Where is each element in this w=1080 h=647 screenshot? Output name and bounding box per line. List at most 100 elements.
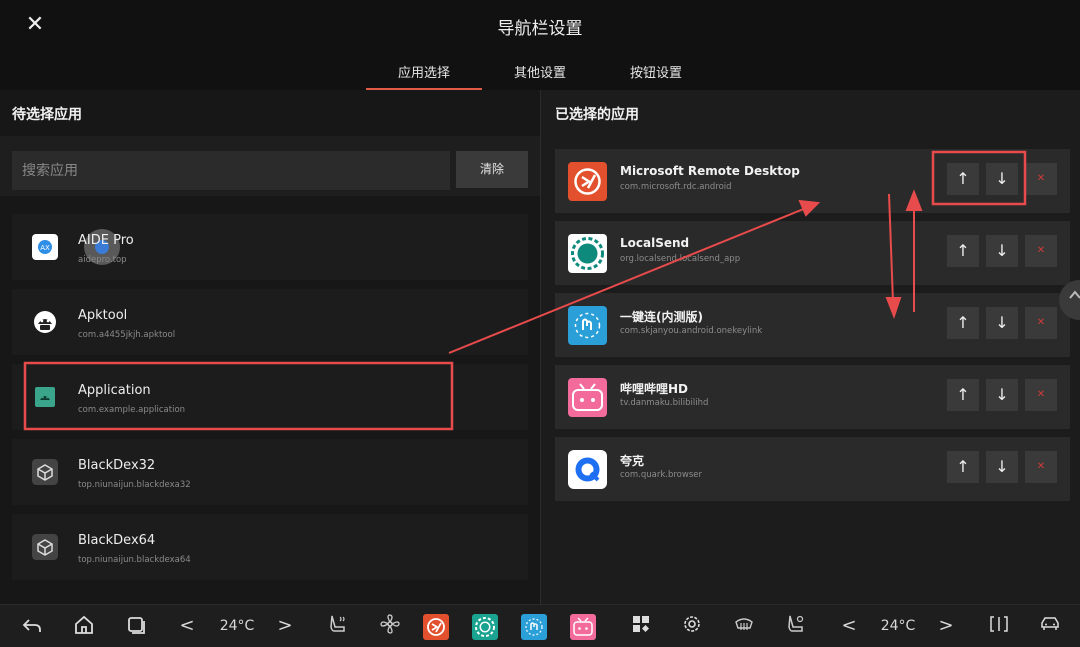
vehicle-button[interactable] xyxy=(1037,613,1063,639)
app-package: org.localsend.localsend_app xyxy=(620,254,741,264)
defrost-button[interactable] xyxy=(731,613,757,639)
app-package: com.a4455jkjh.apktool xyxy=(78,330,176,340)
list-item[interactable]: Apktool com.a4455jkjh.apktool xyxy=(12,289,528,355)
selected-app-list: Microsoft Remote Desktop com.microsoft.r… xyxy=(555,149,1070,509)
split-screen-icon xyxy=(990,616,1008,632)
bilibili-shortcut[interactable] xyxy=(570,614,596,640)
move-up-button[interactable]: ↑ xyxy=(947,235,979,267)
recents-button[interactable] xyxy=(122,613,150,639)
app-package: top.niunaijun.blackdexa64 xyxy=(78,555,191,565)
move-up-button[interactable]: ↑ xyxy=(947,307,979,339)
seat-fan-icon xyxy=(788,615,804,632)
localsend-icon xyxy=(472,614,498,640)
selected-apps-title: 已选择的应用 xyxy=(555,107,639,123)
app-name: Microsoft Remote Desktop xyxy=(620,164,800,178)
bottom-navigation-bar: < 24°C > < 24°C > xyxy=(0,604,1080,647)
app-grid-button[interactable] xyxy=(628,613,654,639)
app-package: com.quark.browser xyxy=(620,470,702,480)
temp-increase-button[interactable]: > xyxy=(274,613,296,639)
list-item: 一键连(内测版) com.skjanyou.android.onekeylink… xyxy=(555,293,1070,357)
app-package: top.niunaijun.blackdexa32 xyxy=(78,480,191,490)
page-title: 导航栏设置 xyxy=(497,19,583,39)
cube-icon xyxy=(32,534,58,560)
home-button[interactable] xyxy=(70,613,98,639)
tab-bar: 应用选择 其他设置 按钮设置 xyxy=(366,56,714,90)
right-temperature: 24°C xyxy=(880,618,916,634)
available-apps-title: 待选择应用 xyxy=(12,107,82,123)
bilibili-icon xyxy=(568,378,607,417)
app-name: 一键连(内测版) xyxy=(620,310,703,324)
available-apps-pane: 待选择应用 清除 AX AIDE Pro aidepro.top Apktool… xyxy=(0,90,540,604)
onekeylink-shortcut[interactable] xyxy=(521,614,547,640)
onekeylink-icon xyxy=(521,614,547,640)
remove-button[interactable]: ✕ xyxy=(1025,307,1057,339)
selected-apps-pane: 已选择的应用 Microsoft Remote Desktop com.micr… xyxy=(541,90,1080,604)
fan-button[interactable] xyxy=(377,613,403,639)
app-name: Application xyxy=(78,383,151,398)
move-down-button[interactable]: ↓ xyxy=(986,163,1018,195)
list-item: 哔哩哔哩HD tv.danmaku.bilibilihd ↑ ↓ ✕ xyxy=(555,365,1070,429)
remove-button[interactable]: ✕ xyxy=(1025,163,1057,195)
move-up-button[interactable]: ↑ xyxy=(947,163,979,195)
split-screen-button[interactable] xyxy=(986,613,1012,639)
app-name: BlackDex32 xyxy=(78,458,156,473)
svg-text:AX: AX xyxy=(40,244,50,252)
gear-icon xyxy=(684,616,700,632)
move-up-button[interactable]: ↑ xyxy=(947,379,979,411)
remote-desktop-icon xyxy=(568,162,607,201)
app-name: Apktool xyxy=(78,308,128,323)
right-temp-increase-button[interactable]: > xyxy=(935,613,957,639)
bilibili-icon xyxy=(570,614,596,640)
remote-desktop-icon xyxy=(423,614,449,640)
app-name: LocalSend xyxy=(620,236,690,250)
left-temperature: 24°C xyxy=(219,618,255,634)
fan-icon xyxy=(380,614,400,634)
tab-other-settings[interactable]: 其他设置 xyxy=(482,56,598,90)
back-icon xyxy=(22,619,41,632)
temp-decrease-button[interactable]: < xyxy=(176,613,198,639)
tab-app-selection[interactable]: 应用选择 xyxy=(366,56,482,90)
move-down-button[interactable]: ↓ xyxy=(986,379,1018,411)
list-item[interactable]: BlackDex32 top.niunaijun.blackdexa32 xyxy=(12,439,528,505)
list-item[interactable]: AX AIDE Pro aidepro.top xyxy=(12,214,528,280)
android-robot-icon xyxy=(32,309,58,335)
list-item[interactable]: BlackDex64 top.niunaijun.blackdexa64 xyxy=(12,514,528,580)
localsend-shortcut[interactable] xyxy=(472,614,498,640)
home-icon xyxy=(75,615,93,634)
remote-desktop-shortcut[interactable] xyxy=(423,614,449,640)
android-app-icon xyxy=(32,384,58,410)
right-temp-decrease-button[interactable]: < xyxy=(838,613,860,639)
move-down-button[interactable]: ↓ xyxy=(986,235,1018,267)
list-item[interactable]: Application com.example.application xyxy=(12,364,528,430)
app-name: 夸克 xyxy=(620,454,645,468)
search-bar: 清除 xyxy=(0,136,540,196)
header: ✕ 导航栏设置 应用选择 其他设置 按钮设置 xyxy=(0,0,1080,90)
app-package: com.example.application xyxy=(78,405,186,415)
search-input[interactable] xyxy=(12,151,450,190)
chevron-up-icon xyxy=(1068,288,1080,306)
app-package: tv.danmaku.bilibilihd xyxy=(620,398,709,408)
seat-heat-button[interactable] xyxy=(325,613,351,639)
remove-button[interactable]: ✕ xyxy=(1025,379,1057,411)
quark-icon xyxy=(568,450,607,489)
app-package: aidepro.top xyxy=(78,255,127,265)
app-name: 哔哩哔哩HD xyxy=(620,382,689,396)
move-down-button[interactable]: ↓ xyxy=(986,451,1018,483)
tab-button-settings[interactable]: 按钮设置 xyxy=(598,56,714,90)
back-button[interactable] xyxy=(18,613,46,639)
clear-button[interactable]: 清除 xyxy=(456,151,528,188)
remove-button[interactable]: ✕ xyxy=(1025,235,1057,267)
onekeylink-icon xyxy=(568,306,607,345)
remove-button[interactable]: ✕ xyxy=(1025,451,1057,483)
car-icon xyxy=(1041,617,1059,630)
move-up-button[interactable]: ↑ xyxy=(947,451,979,483)
cube-icon xyxy=(32,459,58,485)
defrost-icon xyxy=(735,618,753,630)
available-app-list: AX AIDE Pro aidepro.top Apktool com.a445… xyxy=(12,214,528,589)
seat-icon xyxy=(330,615,345,632)
seat-ventilation-button[interactable] xyxy=(783,613,809,639)
app-grid-icon xyxy=(633,616,649,632)
settings-button[interactable] xyxy=(679,613,705,639)
move-down-button[interactable]: ↓ xyxy=(986,307,1018,339)
list-item: 夸克 com.quark.browser ↑ ↓ ✕ xyxy=(555,437,1070,501)
